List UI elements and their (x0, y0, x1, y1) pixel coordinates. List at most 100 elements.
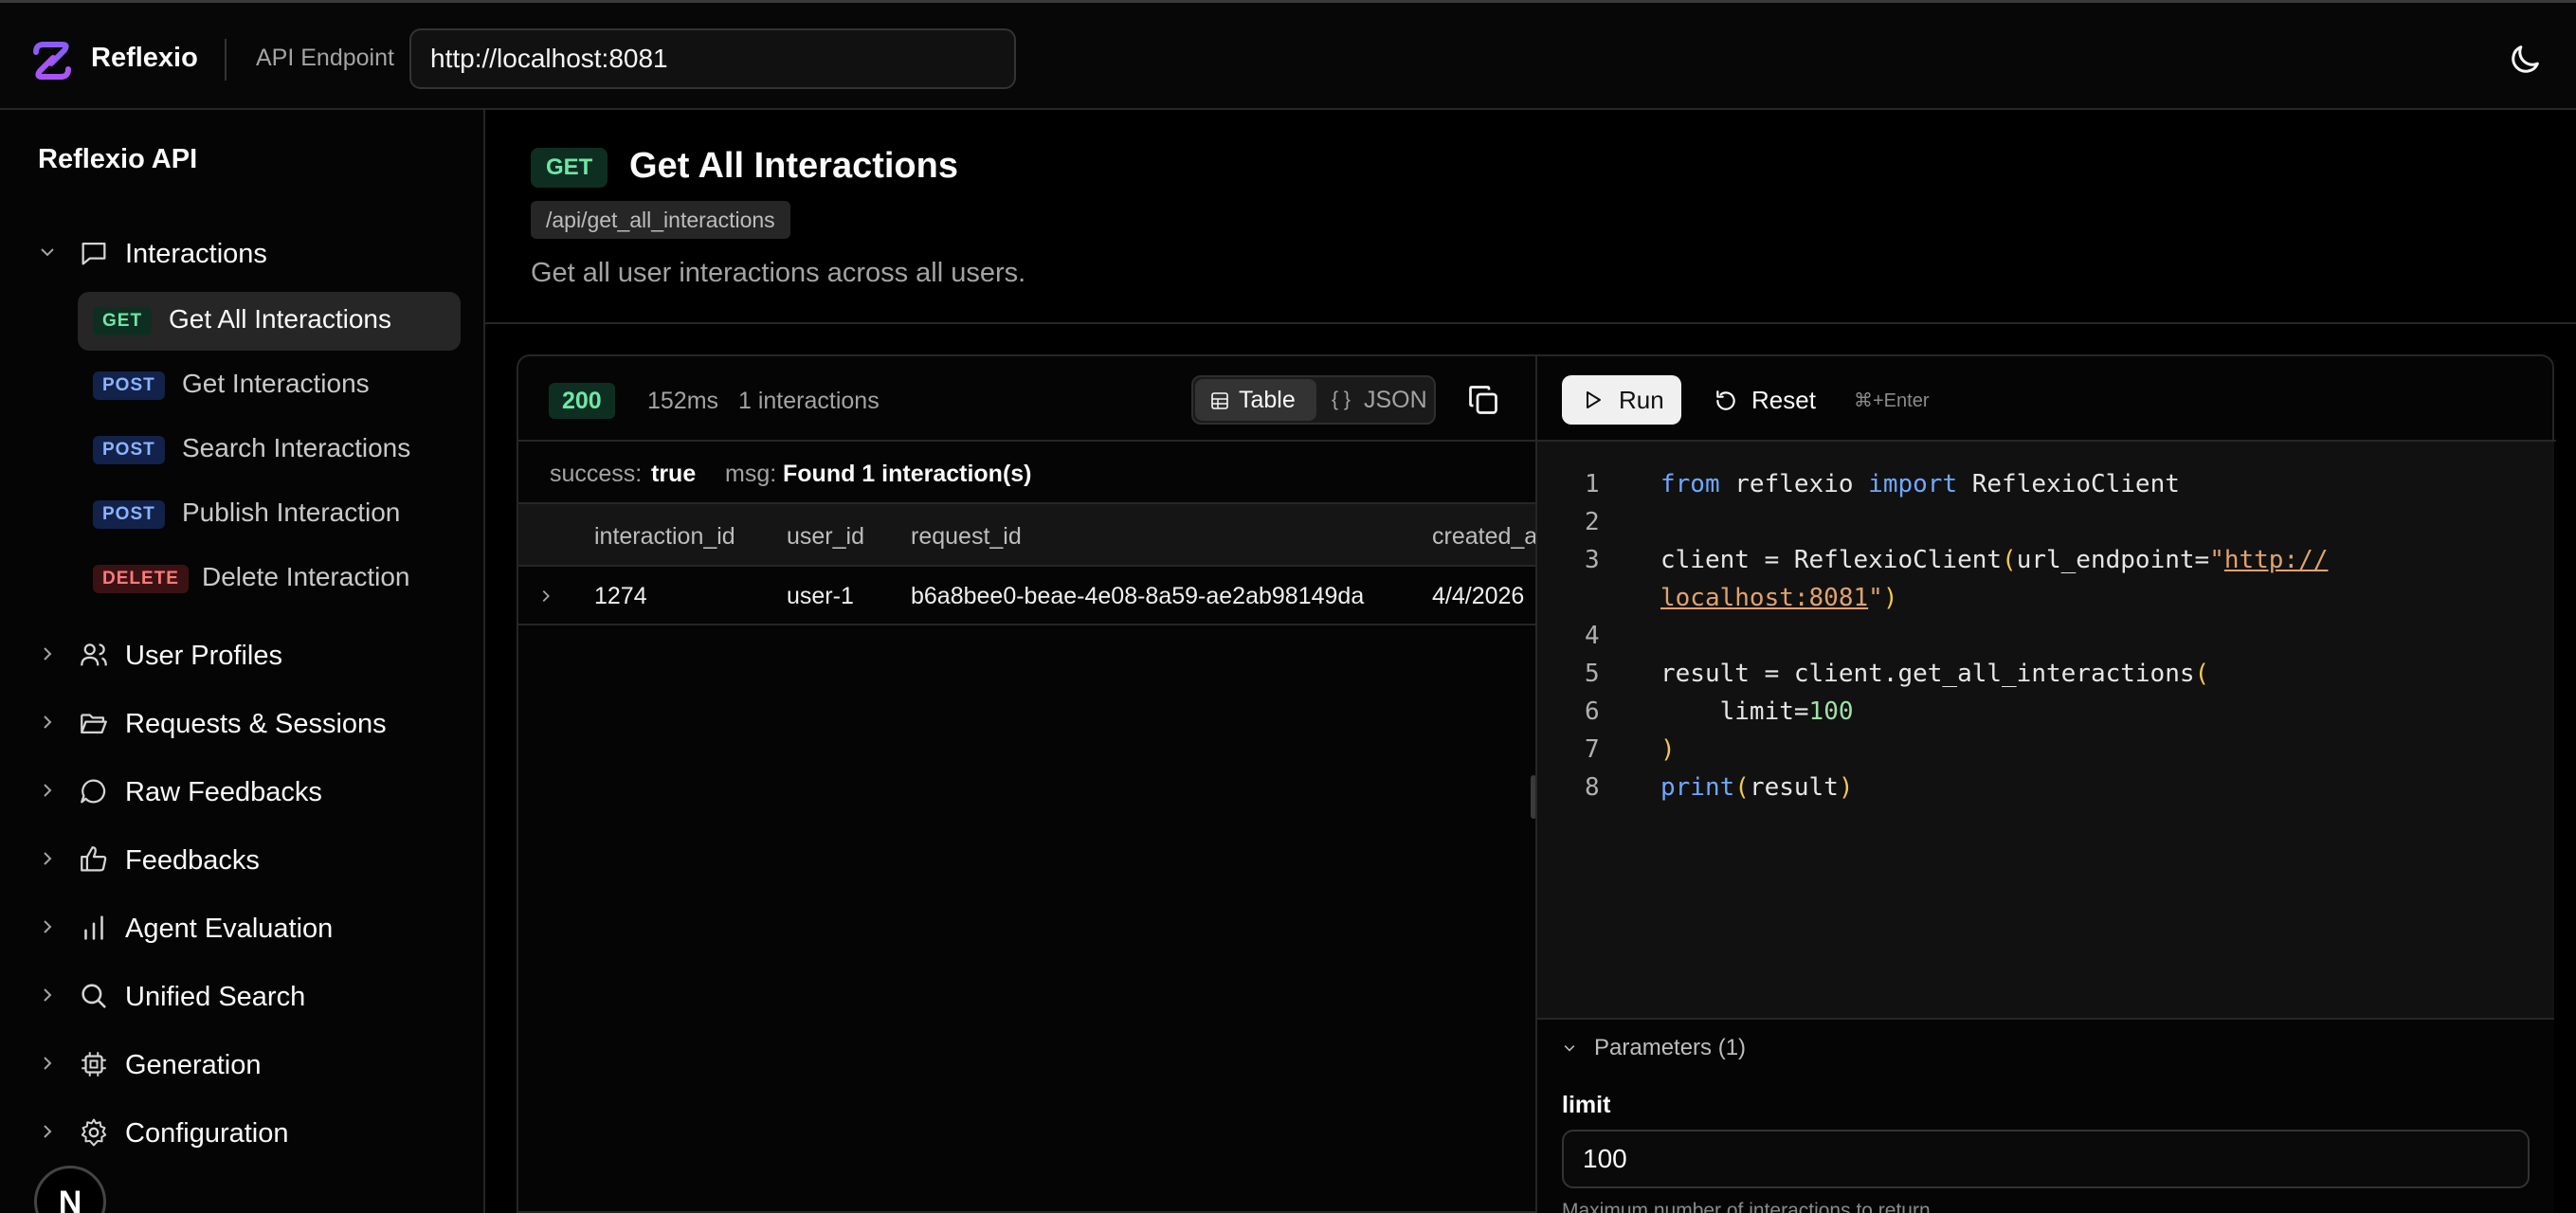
status-badge: 200 (549, 383, 615, 419)
code-line: ) (1660, 735, 1676, 764)
sidebar-group-user-profiles[interactable]: User Profiles (0, 627, 485, 680)
gear-icon (81, 1118, 107, 1147)
line-number: 4 (1585, 622, 1600, 650)
line-number: 7 (1585, 735, 1600, 764)
sidebar-item-delete-interaction[interactable]: DELETE Delete Interaction (78, 550, 461, 608)
chevron-right-icon (44, 852, 52, 865)
chevron-down-icon (41, 248, 54, 257)
response-toolbar: 200 152ms 1 interactions Table { } JSON (518, 356, 1537, 442)
json-view-label: JSON (1364, 387, 1427, 413)
sidebar-group-raw-feedbacks[interactable]: Raw Feedbacks (0, 764, 485, 817)
run-label: Run (1619, 386, 1664, 414)
method-badge: POST (93, 436, 165, 464)
sidebar-item-label: Publish Interaction (182, 498, 401, 527)
cell-request-id: b6a8bee0-beae-4e08-8a59-ae2ab98149da (911, 583, 1365, 609)
table-view-button[interactable]: Table (1195, 379, 1316, 421)
sidebar-group-requests-sessions[interactable]: Requests & Sessions (0, 696, 485, 749)
sidebar-item-get-all-interactions[interactable]: GET Get All Interactions (78, 292, 461, 351)
code-editor[interactable]: 1 2 3 4 5 6 7 8 from reflexio import Ref… (1537, 442, 2554, 1018)
chevron-right-icon (44, 920, 52, 933)
chevron-right-icon (44, 1057, 52, 1070)
api-endpoint-input[interactable] (409, 28, 1016, 89)
response-panel: 200 152ms 1 interactions Table { } JSON … (517, 354, 1537, 1213)
response-count: 1 interactions (738, 388, 880, 414)
response-time: 152ms (647, 388, 719, 414)
sidebar-item-label: Get All Interactions (169, 304, 392, 334)
method-badge: POST (93, 500, 165, 529)
message-circle-icon (81, 779, 106, 804)
dev-indicator-badge[interactable]: N (34, 1166, 106, 1213)
line-number: 2 (1585, 508, 1600, 536)
run-button[interactable]: Run (1562, 375, 1681, 425)
cell-created-at: 4/4/2026 (1432, 583, 1525, 609)
line-number: 3 (1585, 546, 1600, 574)
code-line: print(result) (1660, 773, 1854, 802)
view-toggle: Table { } JSON (1191, 375, 1436, 425)
sidebar-item-publish-interaction[interactable]: POST Publish Interaction (78, 485, 461, 544)
param-help-text: Maximum number of interactions to return (1562, 1200, 1931, 1213)
sidebar-group-generation[interactable]: Generation (0, 1037, 485, 1090)
line-number: 1 (1585, 470, 1600, 498)
sidebar-item-search-interactions[interactable]: POST Search Interactions (78, 421, 461, 480)
chevron-right-icon (44, 647, 52, 661)
api-endpoint-label: API Endpoint (256, 45, 394, 71)
copy-icon[interactable] (1466, 383, 1500, 417)
chevron-right-icon (44, 1125, 52, 1138)
column-header: interaction_id (594, 523, 735, 550)
method-badge: DELETE (93, 565, 189, 593)
limit-input[interactable] (1562, 1130, 2530, 1188)
code-panel: Run Reset ⌘+Enter 1 2 3 4 5 6 7 8 from r… (1535, 354, 2556, 1213)
sidebar-item-get-interactions[interactable]: POST Get Interactions (78, 356, 461, 415)
sidebar-title: Reflexio API (38, 144, 198, 174)
sidebar-group-feedbacks[interactable]: Feedbacks (0, 832, 485, 885)
line-number: 8 (1585, 773, 1600, 802)
cpu-icon (82, 1052, 106, 1077)
code-line: from reflexio import ReflexioClient (1660, 470, 2180, 498)
endpoint-path: /api/get_all_interactions (531, 201, 790, 239)
play-icon (1587, 391, 1601, 408)
msg-value: Found 1 interaction(s) (783, 461, 1032, 487)
braces-icon: { } (1332, 389, 1351, 410)
chevron-right-icon (44, 784, 52, 797)
table-row[interactable]: 1274 user-1 b6a8bee0-beae-4e08-8a59-ae2a… (518, 567, 1537, 625)
sidebar-item-label: Get Interactions (182, 369, 370, 398)
reflexio-logo-icon (33, 42, 71, 80)
endpoint-description: Get all user interactions across all use… (531, 258, 1026, 288)
moon-icon[interactable] (2506, 41, 2544, 79)
success-value: true (651, 461, 697, 487)
endpoint-header: GET Get All Interactions /api/get_all_in… (485, 110, 2576, 324)
top-bar: Reflexio API Endpoint (0, 0, 2576, 110)
table-icon (1211, 392, 1228, 409)
chevron-right-icon[interactable] (537, 588, 554, 605)
keyboard-shortcut-hint: ⌘+Enter (1854, 390, 1930, 411)
msg-key: msg: (725, 461, 777, 487)
column-header: created_a (1432, 523, 1538, 550)
sidebar-group-label: Configuration (125, 1118, 289, 1149)
table-header: interaction_id user_id request_id create… (518, 504, 1537, 567)
thumbs-up-icon (81, 846, 107, 872)
folder-open-icon (81, 714, 107, 734)
endpoint-method-badge: GET (531, 148, 608, 188)
reset-label: Reset (1751, 386, 1816, 414)
code-line: limit=100 (1660, 697, 1854, 726)
sidebar-group-configuration[interactable]: Configuration (0, 1105, 485, 1158)
parameters-section: Parameters (1) limit Maximum number of i… (1537, 1018, 2554, 1213)
cell-user-id: user-1 (787, 583, 854, 609)
sidebar-group-interactions[interactable]: Interactions (0, 226, 485, 279)
sidebar-group-agent-evaluation[interactable]: Agent Evaluation (0, 900, 485, 953)
line-number: 6 (1585, 697, 1600, 726)
sidebar-item-label: Delete Interaction (202, 562, 410, 591)
column-header: request_id (911, 523, 1022, 550)
sidebar-group-label: Feedbacks (125, 845, 260, 876)
header-divider (225, 39, 227, 81)
sidebar-group-label: User Profiles (125, 641, 282, 671)
method-badge: POST (93, 371, 165, 400)
rotate-ccw-icon (1716, 390, 1735, 410)
code-toolbar: Run Reset ⌘+Enter (1537, 356, 2556, 442)
bar-chart-icon (84, 915, 103, 940)
json-view-button[interactable]: { } JSON (1318, 379, 1434, 421)
code-line: result = client.get_all_interactions( (1660, 660, 2210, 688)
param-name-label: limit (1562, 1092, 1611, 1118)
chevron-right-icon (44, 988, 52, 1002)
sidebar-group-unified-search[interactable]: Unified Search (0, 969, 485, 1022)
